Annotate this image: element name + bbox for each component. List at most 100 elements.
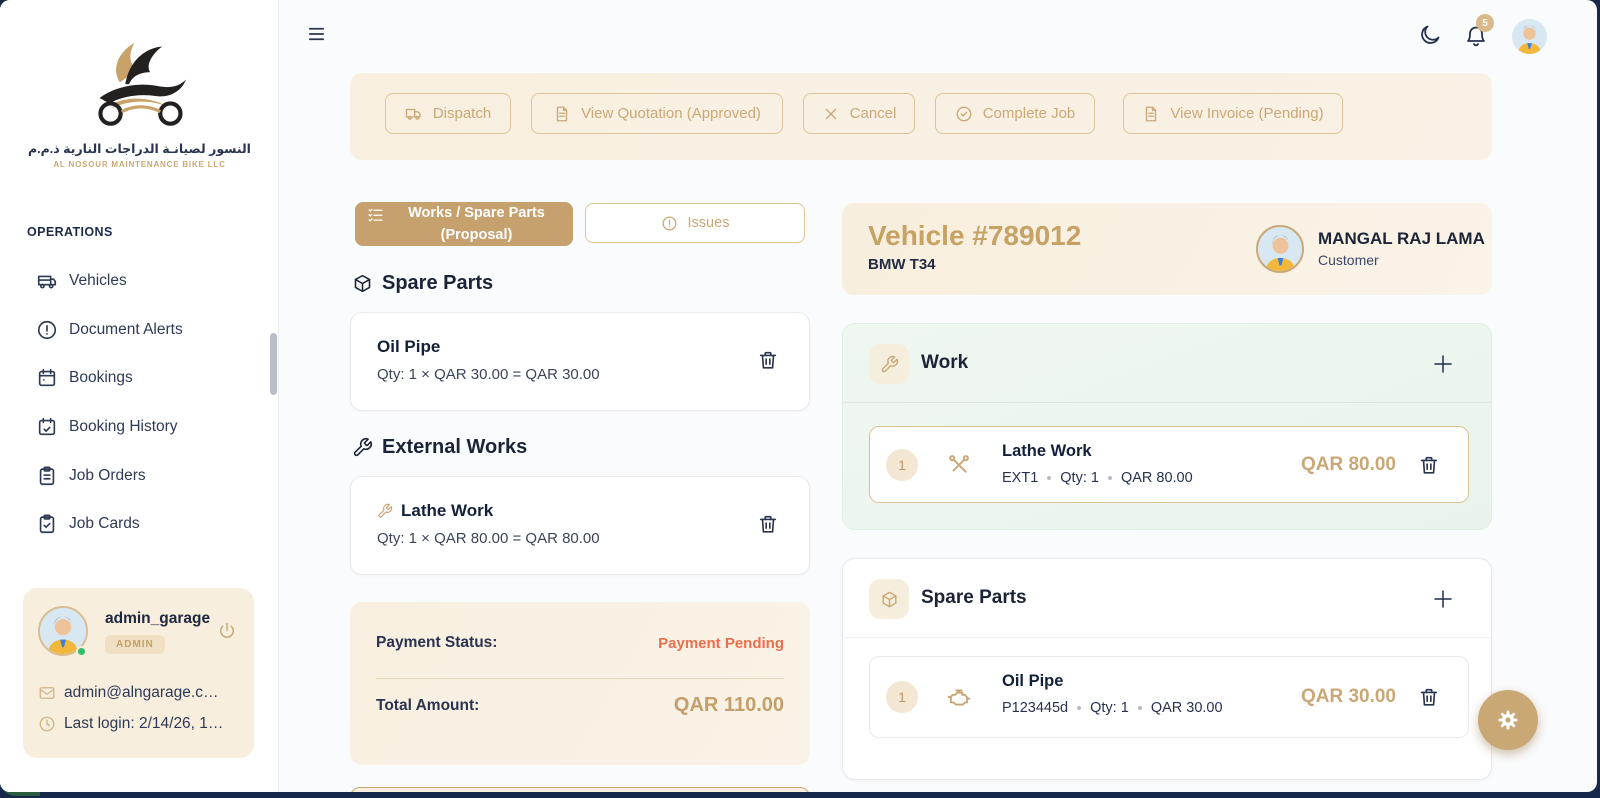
add-work-plus-icon[interactable] (1431, 352, 1455, 376)
dark-mode-moon-icon[interactable] (1418, 23, 1442, 47)
online-status-dot (76, 646, 87, 657)
sidebar-item-bookings[interactable]: Bookings (0, 361, 279, 395)
van-icon (36, 270, 58, 292)
wrench-icon (352, 437, 373, 458)
payment-status-label: Payment Status: (376, 634, 497, 652)
work-item-row: 1 Lathe Work EXT1 Qty: 1 QAR 80.00 QAR 8… (869, 426, 1469, 503)
sidebar-scrollbar[interactable] (270, 333, 277, 395)
total-amount-row: Total Amount: QAR 110.00 (376, 694, 784, 717)
view-quotation-button[interactable]: View Quotation (Approved) (531, 93, 783, 134)
proposal-external-work-card: Lathe Work Qty: 1 × QAR 80.00 = QAR 80.0… (350, 476, 810, 575)
dispatch-button[interactable]: Dispatch (385, 93, 511, 134)
spare-parts-section-header: Spare Parts (843, 559, 1491, 638)
part-qty-detail: Qty: 1 × QAR 30.00 = QAR 30.00 (377, 366, 600, 383)
divider (376, 678, 784, 679)
wrench-icon-badge (869, 344, 909, 384)
tab-label: Issues (688, 215, 730, 231)
trash-icon[interactable] (1418, 686, 1440, 708)
mail-icon (38, 684, 56, 702)
file-text-icon (1142, 105, 1160, 123)
dot-separator (1138, 706, 1142, 710)
work-item-qty: Qty: 1 (1060, 470, 1099, 486)
customer-name: MANGAL RAJ LAMA (1318, 229, 1485, 249)
proposal-spare-part-card: Oil Pipe Qty: 1 × QAR 30.00 = QAR 30.00 (350, 312, 810, 411)
dot-separator (1077, 706, 1081, 710)
work-item-detail: EXT1 Qty: 1 QAR 80.00 (1002, 470, 1193, 486)
sidebar-item-job-cards[interactable]: Job Cards (0, 507, 279, 541)
alert-circle-icon (661, 215, 678, 232)
sidebar-item-booking-history[interactable]: Booking History (0, 410, 279, 444)
sidebar-item-document-alerts[interactable]: Document Alerts (0, 313, 279, 347)
work-item-unit-price: QAR 80.00 (1121, 470, 1193, 486)
trash-icon[interactable] (757, 349, 779, 371)
trash-icon[interactable] (757, 513, 779, 535)
sidebar-item-vehicles[interactable]: Vehicles (0, 264, 279, 298)
spare-part-item-qty: Qty: 1 (1090, 700, 1129, 716)
settings-fab-button[interactable] (1478, 690, 1538, 750)
work-section-panel: Work 1 Lathe Work EXT1 Qty: 1 QAR 80.00 … (842, 323, 1492, 530)
sidebar: النسور لصيانـة الدراجات النارية ذ.م.م AL… (0, 0, 279, 792)
spare-part-item-row: 1 Oil Pipe P123445d Qty: 1 QAR 30.00 QAR… (869, 656, 1469, 738)
complete-job-button[interactable]: Complete Job (935, 93, 1095, 134)
external-works-heading: External Works (352, 436, 527, 459)
hamburger-menu-icon[interactable] (306, 25, 327, 43)
add-spare-part-plus-icon[interactable] (1431, 587, 1455, 611)
clipped-bottom-panel (350, 787, 810, 792)
sidebar-item-label: Document Alerts (69, 321, 183, 339)
x-icon (822, 105, 840, 123)
work-section-title: Work (921, 352, 968, 374)
calendar-icon (36, 367, 58, 389)
dot-separator (1108, 476, 1112, 480)
sidebar-item-job-orders[interactable]: Job Orders (0, 459, 279, 493)
work-section-header: Work (843, 324, 1491, 403)
wrench-icon (377, 503, 393, 519)
profile-avatar[interactable] (1512, 19, 1547, 54)
spare-part-item-name: Oil Pipe (1002, 672, 1063, 691)
sidebar-section-label: OPERATIONS (27, 225, 113, 239)
spare-part-item-total: QAR 30.00 (1301, 686, 1396, 708)
role-badge: ADMIN (105, 635, 165, 654)
tab-issues[interactable]: Issues (585, 203, 805, 243)
payment-status-value: Payment Pending (658, 635, 784, 652)
job-action-bar: Dispatch View Quotation (Approved) Cance… (350, 73, 1492, 160)
row-index-badge: 1 (886, 449, 918, 481)
engine-icon (946, 684, 972, 710)
clipboard-check-icon (36, 513, 58, 535)
trash-icon[interactable] (1418, 454, 1440, 476)
spare-part-item-unit-price: QAR 30.00 (1151, 700, 1223, 716)
work-qty-detail: Qty: 1 × QAR 80.00 = QAR 80.00 (377, 530, 600, 547)
clipboard-list-icon (36, 465, 58, 487)
work-item-name: Lathe Work (1002, 442, 1092, 461)
truck-icon (405, 105, 423, 123)
sidebar-item-label: Vehicles (69, 272, 127, 290)
brand-name-arabic: النسور لصيانـة الدراجات النارية ذ.م.م (0, 141, 279, 156)
sidebar-item-label: Job Cards (69, 515, 140, 533)
alert-circle-icon (36, 319, 58, 341)
part-name: Oil Pipe (377, 337, 440, 357)
brand-name-english: AL NOSOUR MAINTENANCE BIKE LLC (0, 160, 279, 169)
motorcycle-wings-logo-icon (81, 40, 199, 132)
package-icon (352, 273, 373, 294)
dot-separator (1047, 476, 1051, 480)
payment-summary-panel: Payment Status: Payment Pending Total Am… (350, 602, 810, 765)
work-item-code: EXT1 (1002, 470, 1038, 486)
tab-label: Works / Spare Parts (Proposal) (392, 202, 562, 247)
gear-icon (1495, 707, 1521, 733)
customer-avatar (1256, 225, 1304, 273)
spare-part-item-detail: P123445d Qty: 1 QAR 30.00 (1002, 700, 1223, 716)
spare-parts-section-panel: Spare Parts 1 Oil Pipe P123445d Qty: 1 Q… (842, 558, 1492, 780)
view-invoice-button[interactable]: View Invoice (Pending) (1123, 93, 1343, 134)
work-name: Lathe Work (377, 501, 493, 521)
sidebar-user-card: admin_garage ADMIN admin@alngarage.c… La… (23, 588, 254, 758)
total-amount-label: Total Amount: (376, 697, 479, 715)
total-amount-value: QAR 110.00 (674, 694, 784, 717)
sidebar-item-label: Booking History (69, 418, 178, 436)
spare-part-item-code: P123445d (1002, 700, 1068, 716)
vehicle-title: Vehicle #789012 (868, 220, 1081, 252)
user-email: admin@alngarage.c… (64, 684, 218, 702)
cancel-button[interactable]: Cancel (803, 93, 915, 134)
row-index-badge: 1 (886, 681, 918, 713)
tab-works-spare-parts-proposal[interactable]: Works / Spare Parts (Proposal) (355, 202, 573, 246)
logout-power-icon[interactable] (217, 621, 237, 641)
vehicle-model: BMW T34 (868, 256, 936, 273)
